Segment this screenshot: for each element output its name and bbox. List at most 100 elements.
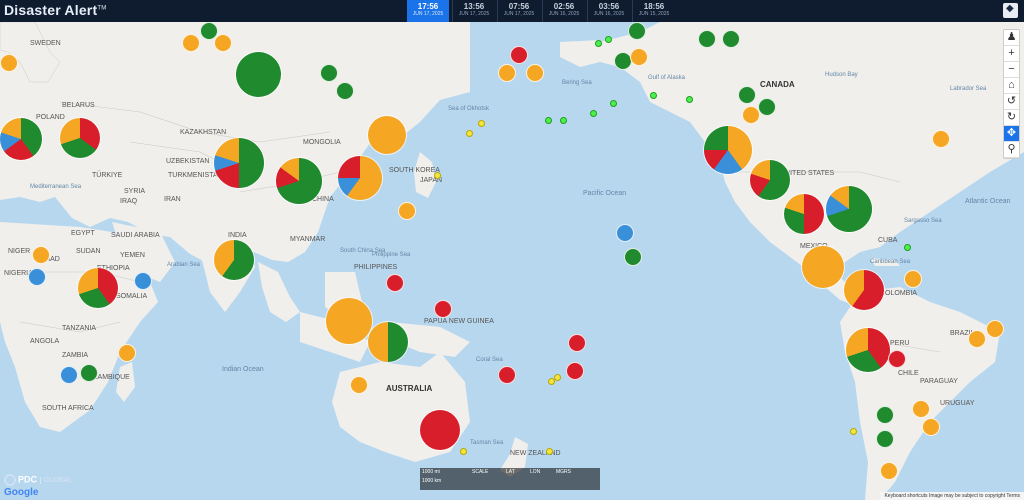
timeline-time: 07:56	[508, 2, 530, 11]
event-cluster[interactable]	[276, 158, 322, 204]
wildfire-marker[interactable]	[758, 98, 776, 116]
timeline-time: 03:56	[598, 2, 620, 11]
redo-icon[interactable]: ↻	[1004, 110, 1019, 126]
advisory-dot[interactable]	[554, 374, 561, 381]
app-title[interactable]: Disaster AlertTM	[4, 2, 106, 18]
event-cluster[interactable]	[60, 118, 100, 158]
event-cluster[interactable]	[78, 268, 118, 308]
volcano-dot[interactable]	[590, 110, 597, 117]
flood-marker[interactable]	[32, 246, 50, 264]
event-cluster[interactable]	[0, 118, 42, 160]
advisory-dot[interactable]	[460, 448, 467, 455]
earthquake-marker[interactable]	[386, 274, 404, 292]
flood-marker[interactable]	[630, 48, 648, 66]
timeline-slot[interactable]: 13:56 JUN 17, 2025	[452, 0, 495, 22]
timeline-slot[interactable]: 18:56 JUN 15, 2025	[632, 0, 675, 22]
volcano-dot[interactable]	[605, 36, 612, 43]
storm-marker[interactable]	[60, 366, 78, 384]
volcano-dot[interactable]	[545, 117, 552, 124]
volcano-dot[interactable]	[686, 96, 693, 103]
earthquake-marker[interactable]	[498, 366, 516, 384]
wildfire-marker[interactable]	[628, 22, 646, 40]
timeline-slot[interactable]: 07:56 JUN 17, 2025	[497, 0, 540, 22]
top-bar: Disaster AlertTM 17:56 JUN 17, 2025 13:56 J…	[0, 0, 1024, 22]
wildfire-marker[interactable]	[876, 430, 894, 448]
wildfire-marker[interactable]	[698, 30, 716, 48]
earthquake-marker[interactable]	[510, 46, 528, 64]
flood-marker[interactable]	[214, 34, 232, 52]
timeline-time: 13:56	[463, 2, 485, 11]
event-cluster[interactable]	[750, 160, 790, 200]
home-icon[interactable]: ⌂	[1004, 78, 1019, 94]
flood-marker[interactable]	[182, 34, 200, 52]
flood-cluster[interactable]	[368, 116, 406, 154]
earthquake-marker[interactable]	[566, 362, 584, 380]
flood-marker[interactable]	[498, 64, 516, 82]
wildfire-marker[interactable]	[336, 82, 354, 100]
flood-cluster[interactable]	[802, 246, 844, 288]
volcano-dot[interactable]	[650, 92, 657, 99]
event-cluster[interactable]	[704, 126, 752, 174]
earthquake-cluster[interactable]	[420, 410, 460, 450]
storm-marker[interactable]	[134, 272, 152, 290]
event-cluster[interactable]	[844, 270, 884, 310]
world-map[interactable]	[0, 22, 1024, 500]
event-cluster[interactable]	[784, 194, 824, 234]
undo-icon[interactable]: ↺	[1004, 94, 1019, 110]
notification-icon[interactable]	[1003, 3, 1018, 18]
volcano-dot[interactable]	[560, 117, 567, 124]
timeline-slot[interactable]: 03:56 JUN 16, 2025	[587, 0, 630, 22]
volcano-dot[interactable]	[610, 100, 617, 107]
zoom-out-icon[interactable]: −	[1004, 62, 1019, 78]
flood-marker[interactable]	[118, 344, 136, 362]
timeline-slot[interactable]: 02:56 JUN 16, 2025	[542, 0, 585, 22]
flood-marker[interactable]	[526, 64, 544, 82]
flood-marker[interactable]	[986, 320, 1004, 338]
wildfire-marker[interactable]	[722, 30, 740, 48]
google-logo: Google	[4, 487, 39, 498]
earthquake-marker[interactable]	[568, 334, 586, 352]
advisory-dot[interactable]	[850, 428, 857, 435]
volcano-dot[interactable]	[904, 244, 911, 251]
event-cluster[interactable]	[214, 240, 254, 280]
flood-marker[interactable]	[968, 330, 986, 348]
flood-marker[interactable]	[932, 130, 950, 148]
flood-marker[interactable]	[922, 418, 940, 436]
flood-marker[interactable]	[904, 270, 922, 288]
wildfire-marker[interactable]	[320, 64, 338, 82]
wildfire-marker[interactable]	[738, 86, 756, 104]
volcano-dot[interactable]	[595, 40, 602, 47]
pan-icon[interactable]: ✥	[1004, 126, 1019, 142]
wildfire-marker[interactable]	[876, 406, 894, 424]
earthquake-marker[interactable]	[434, 300, 452, 318]
wildfire-marker[interactable]	[624, 248, 642, 266]
map-credits[interactable]: Keyboard shortcuts Image may be subject …	[880, 492, 1024, 500]
wildfire-cluster[interactable]	[236, 52, 281, 97]
flood-marker[interactable]	[880, 462, 898, 480]
wildfire-marker[interactable]	[80, 364, 98, 382]
advisory-dot[interactable]	[434, 172, 441, 179]
earthquake-marker[interactable]	[888, 350, 906, 368]
map-controls: ♟ + − ⌂ ↺ ↻ ✥ ⚲	[1003, 29, 1020, 159]
flood-cluster[interactable]	[326, 298, 372, 344]
zoom-search-icon[interactable]: ⚲	[1004, 142, 1019, 158]
zoom-in-icon[interactable]: +	[1004, 46, 1019, 62]
flood-marker[interactable]	[742, 106, 760, 124]
flood-marker[interactable]	[350, 376, 368, 394]
flood-marker[interactable]	[912, 400, 930, 418]
event-cluster[interactable]	[846, 328, 890, 372]
event-cluster[interactable]	[338, 156, 382, 200]
pegman-icon[interactable]: ♟	[1004, 30, 1019, 46]
event-cluster[interactable]	[214, 138, 264, 188]
event-cluster[interactable]	[368, 322, 408, 362]
advisory-dot[interactable]	[478, 120, 485, 127]
flood-marker[interactable]	[398, 202, 416, 220]
advisory-dot[interactable]	[466, 130, 473, 137]
storm-marker[interactable]	[616, 224, 634, 242]
event-cluster[interactable]	[826, 186, 872, 232]
flood-marker[interactable]	[0, 54, 18, 72]
advisory-dot[interactable]	[546, 448, 553, 455]
timeline-date: JUN 16, 2025	[593, 11, 625, 17]
timeline-slot[interactable]: 17:56 JUN 17, 2025	[407, 0, 449, 22]
storm-marker[interactable]	[28, 268, 46, 286]
